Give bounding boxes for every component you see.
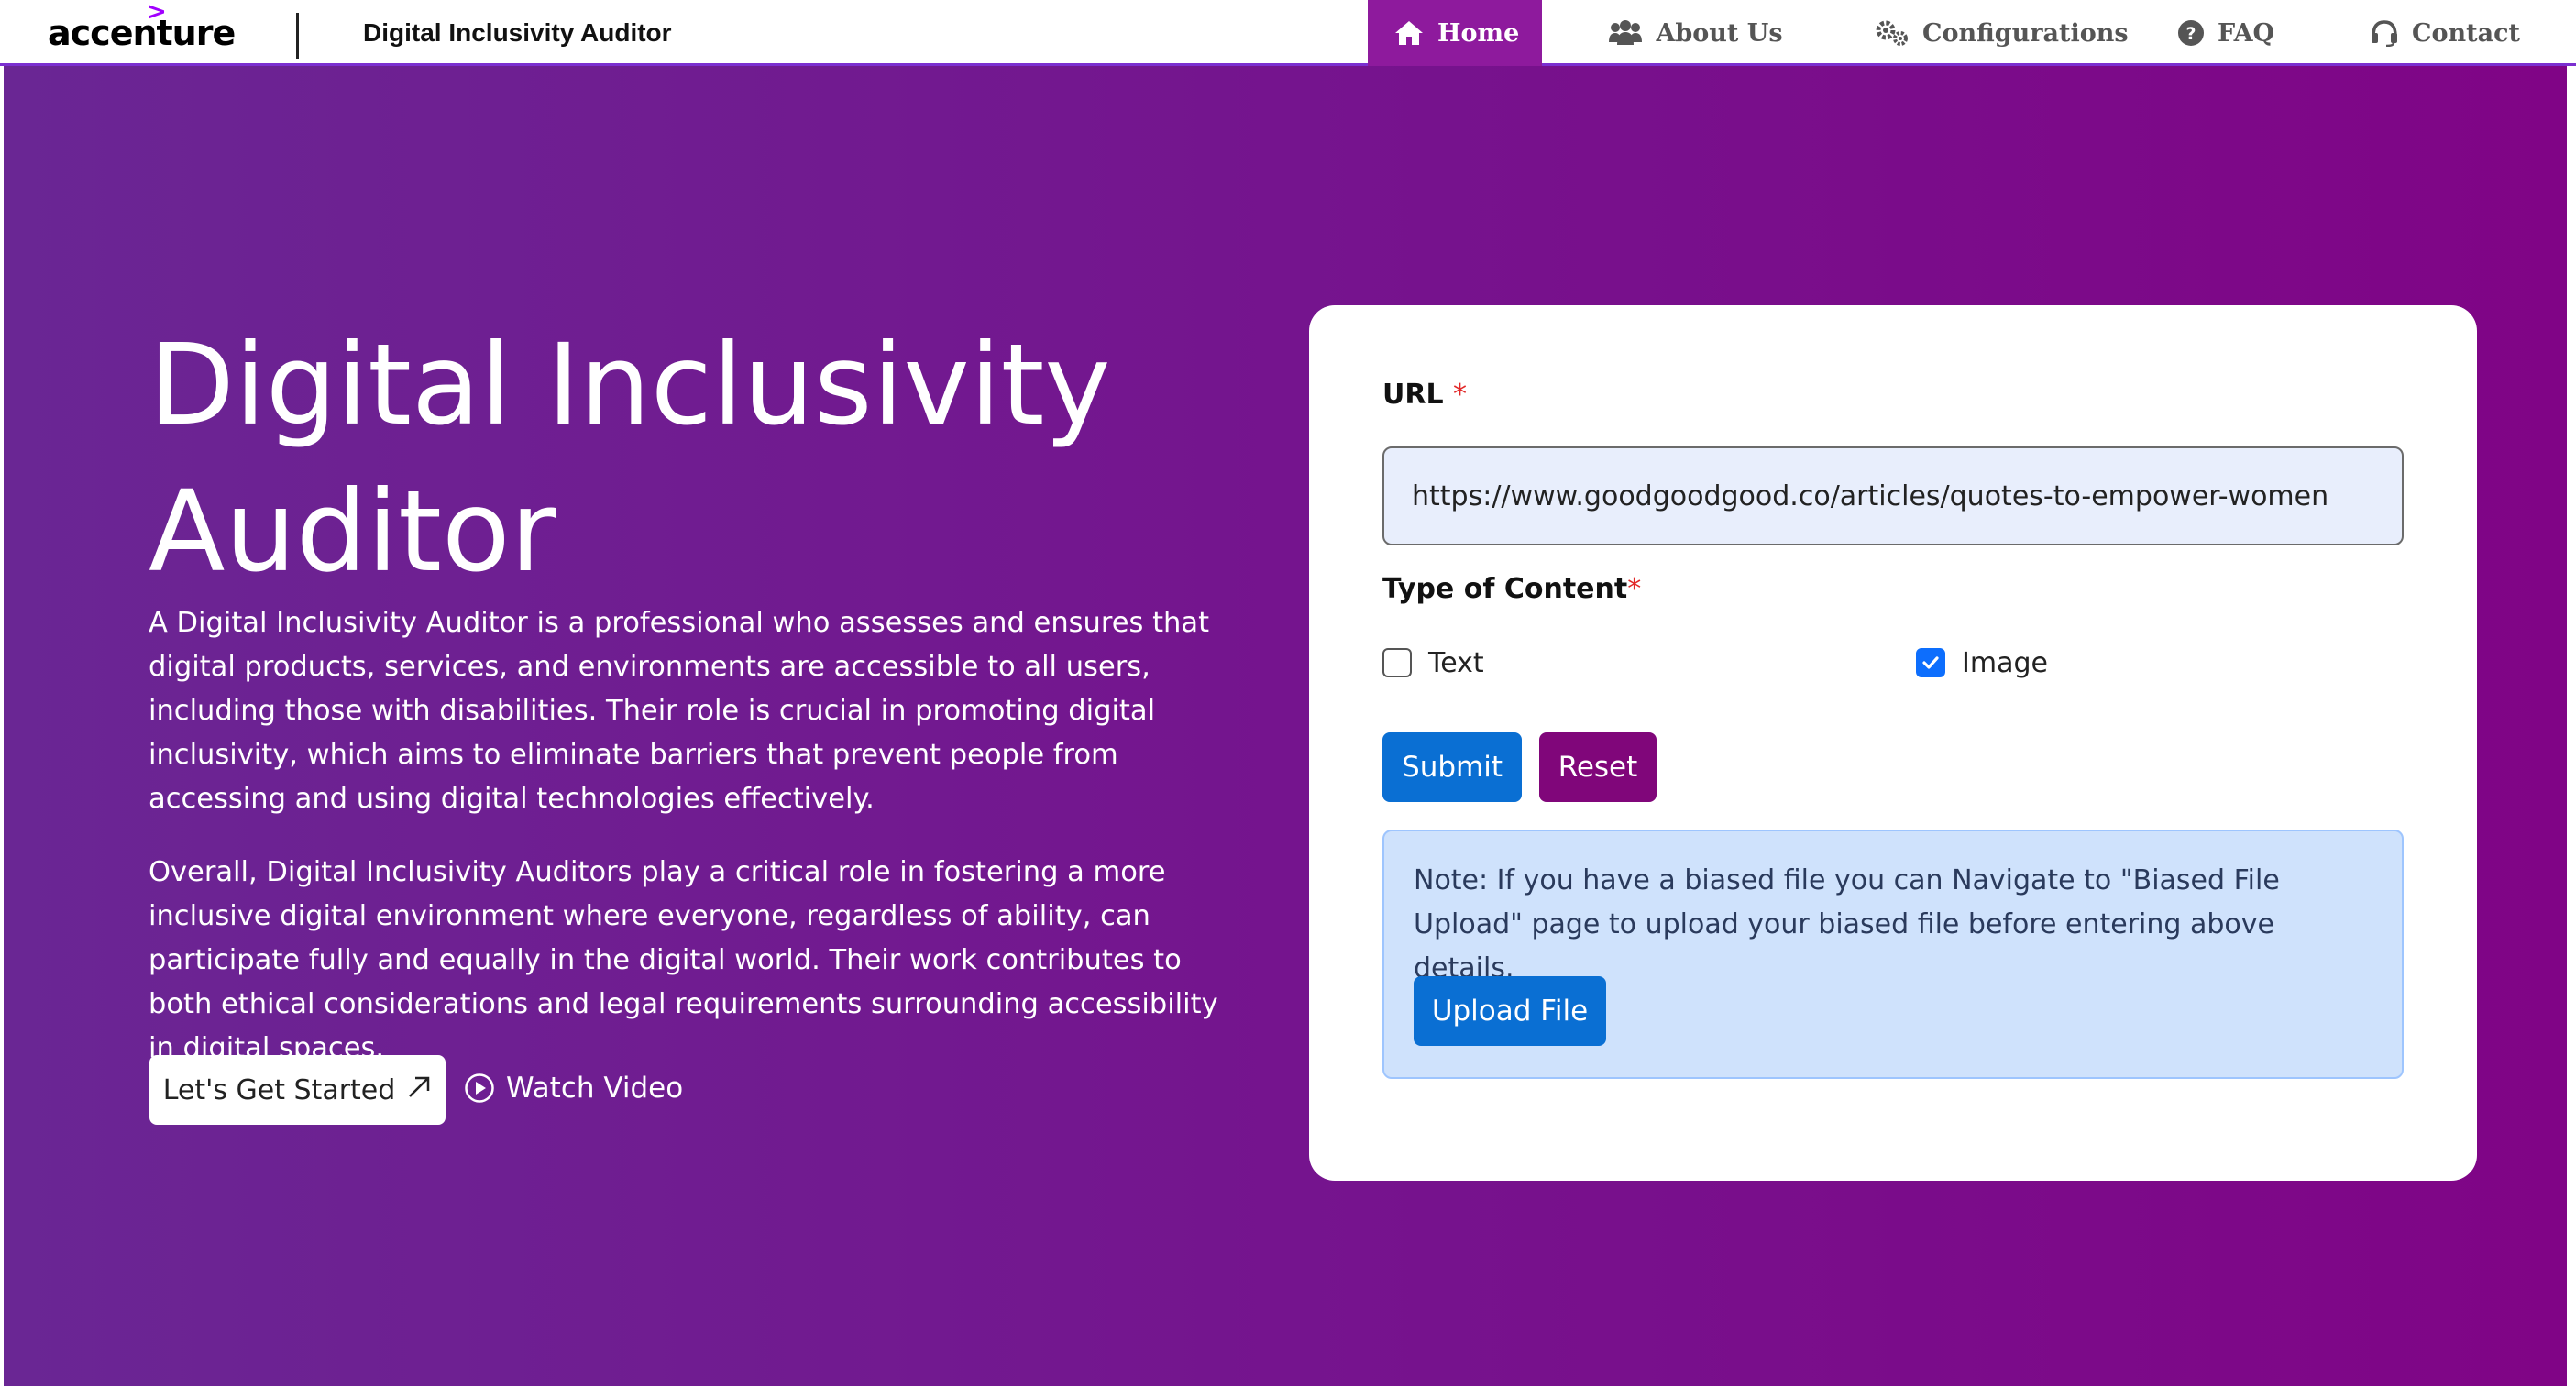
content-type-label-text: Type of Content bbox=[1382, 573, 1628, 605]
svg-text:?: ? bbox=[2185, 24, 2196, 44]
play-circle-icon bbox=[464, 1072, 495, 1104]
text-checkbox[interactable]: Text bbox=[1382, 644, 1484, 681]
nav-item-about-us[interactable]: About Us bbox=[1542, 0, 1849, 66]
logo-mark: > bbox=[147, 0, 167, 26]
image-checkbox[interactable]: Image bbox=[1916, 644, 2048, 681]
watch-video-label: Watch Video bbox=[506, 1072, 684, 1105]
upload-file-button[interactable]: Upload File bbox=[1414, 976, 1606, 1046]
audit-form-card: URL * Type of Content* Text Image Submit… bbox=[1309, 305, 2477, 1181]
url-input[interactable] bbox=[1382, 446, 2404, 545]
hero-paragraph-2: Overall, Digital Inclusivity Auditors pl… bbox=[149, 856, 1218, 1064]
question-circle-icon: ? bbox=[2177, 19, 2205, 47]
text-checkbox-label: Text bbox=[1428, 646, 1484, 679]
nav-item-contact[interactable]: Contact bbox=[2344, 0, 2576, 66]
biased-file-note: Note: If you have a biased file you can … bbox=[1382, 830, 2404, 1079]
nav-label-faq: FAQ bbox=[2218, 18, 2275, 48]
hero-paragraph-1: A Digital Inclusivity Auditor is a profe… bbox=[149, 607, 1210, 815]
nav-item-home[interactable]: Home bbox=[1368, 0, 1542, 66]
nav-divider bbox=[296, 13, 299, 59]
required-mark: * bbox=[1627, 573, 1642, 605]
top-navbar: > accenture Digital Inclusivity Auditor … bbox=[0, 0, 2576, 66]
url-label: URL * bbox=[1382, 379, 1467, 411]
nav-item-faq[interactable]: ? FAQ bbox=[2152, 0, 2344, 66]
gears-icon bbox=[1875, 19, 1910, 47]
nav-label-home: Home bbox=[1437, 18, 1520, 48]
url-label-text: URL bbox=[1382, 379, 1444, 411]
nav-item-configurations[interactable]: Configurations bbox=[1849, 0, 2152, 66]
note-text: Note: If you have a biased file you can … bbox=[1414, 864, 2280, 984]
reset-button[interactable]: Reset bbox=[1539, 732, 1657, 802]
get-started-label: Let's Get Started bbox=[162, 1073, 396, 1106]
nav-label-contact: Contact bbox=[2412, 18, 2521, 48]
page-edge-right bbox=[2567, 66, 2576, 1386]
page-edge-left bbox=[0, 66, 4, 1386]
home-icon bbox=[1393, 19, 1425, 47]
content-type-label: Type of Content* bbox=[1382, 573, 1641, 605]
check-icon bbox=[1922, 656, 1939, 669]
nav-menu: Home About Us Configurations ? FAQ Conta… bbox=[1368, 0, 2576, 66]
users-icon bbox=[1608, 20, 1643, 46]
accenture-logo[interactable]: > accenture bbox=[48, 0, 236, 59]
app-title: Digital Inclusivity Auditor bbox=[363, 18, 672, 47]
checkbox-box-image[interactable] bbox=[1916, 648, 1945, 677]
arrow-up-right-icon bbox=[406, 1072, 432, 1107]
image-checkbox-label: Image bbox=[1962, 646, 2048, 679]
required-mark: * bbox=[1453, 379, 1468, 411]
watch-video-link[interactable]: Watch Video bbox=[464, 1066, 683, 1110]
submit-button[interactable]: Submit bbox=[1382, 732, 1522, 802]
nav-label-about-us: About Us bbox=[1656, 18, 1783, 48]
get-started-button[interactable]: Let's Get Started bbox=[149, 1055, 446, 1125]
nav-label-configurations: Configurations bbox=[1922, 18, 2129, 48]
hero-title: Digital Inclusivity Auditor bbox=[149, 320, 1111, 597]
headset-icon bbox=[2370, 19, 2399, 47]
logo-text: accenture bbox=[48, 13, 236, 53]
checkbox-box-text[interactable] bbox=[1382, 648, 1412, 677]
